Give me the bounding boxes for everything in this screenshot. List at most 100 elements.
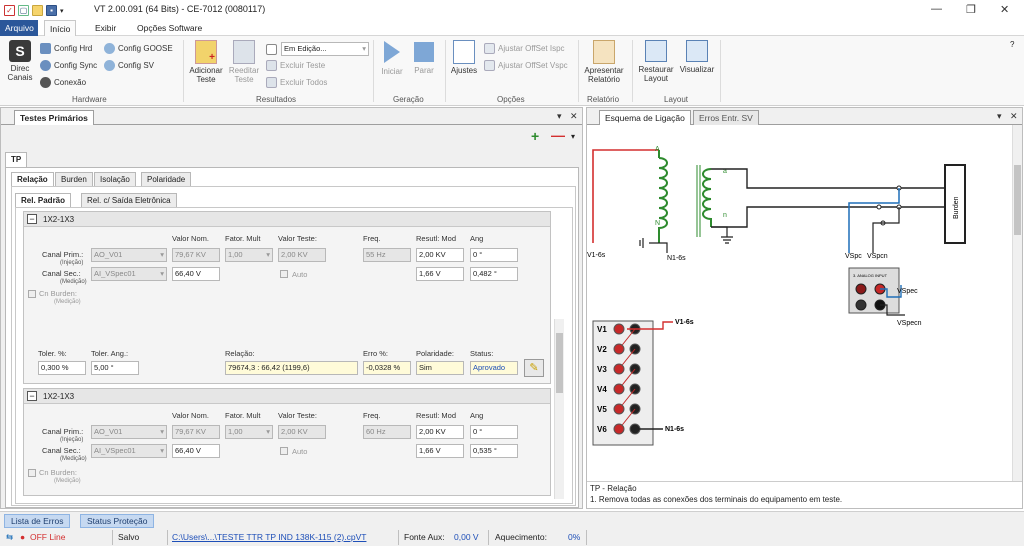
valor-nom-sec-field[interactable]: 66,40 V: [172, 444, 220, 458]
canal-sec-select[interactable]: AI_VSpec01: [91, 444, 167, 458]
ajustes-button[interactable]: Ajustes: [448, 40, 480, 75]
minimize-icon[interactable]: —: [931, 3, 942, 15]
valor-nom-prim-value: 79,67 KV: [175, 427, 206, 436]
parar-button[interactable]: Parar: [411, 40, 437, 75]
freq-field[interactable]: 60 Hz: [363, 425, 411, 439]
excluir-todos-button[interactable]: Excluir Todos: [266, 77, 327, 88]
brush-button[interactable]: ✎: [524, 359, 544, 377]
cn-burden-checkbox[interactable]: [28, 290, 36, 298]
menu-arquivo[interactable]: Arquivo: [0, 20, 38, 36]
label-medicao: (Medição): [54, 478, 81, 484]
panel-dropdown-icon[interactable]: ▾: [997, 111, 1002, 122]
freq-value: 60 Hz: [366, 427, 386, 436]
adjust-icon: [453, 40, 475, 64]
save-status: Salvo: [118, 532, 140, 542]
block-header: −1X2-1X3: [24, 212, 550, 227]
fator-mult-select[interactable]: 1,00: [225, 425, 273, 439]
collapse-icon[interactable]: −: [27, 391, 37, 401]
left-scrollbar[interactable]: [554, 319, 564, 499]
panel-close-icon[interactable]: ✕: [570, 111, 578, 122]
config-sv-button[interactable]: Config SV: [104, 60, 154, 71]
info-title: TP - Relação: [590, 484, 637, 493]
auto-checkbox[interactable]: [280, 270, 288, 278]
tab-testes-primarios[interactable]: Testes Primários: [14, 110, 94, 125]
qat-dropdown-icon[interactable]: ▾: [60, 7, 64, 16]
valor-teste-field[interactable]: 2,00 KV: [278, 248, 326, 262]
reeditar-teste-button[interactable]: Reeditar Teste: [226, 40, 262, 84]
new-file-icon[interactable]: ▢: [18, 4, 29, 16]
restaurar-layout-button[interactable]: Restaurar Layout: [636, 40, 676, 83]
tab-burden[interactable]: Burden: [55, 172, 93, 186]
tab-status-protecao[interactable]: Status Proteção: [80, 514, 155, 528]
label-toler-pct: Toler. %:: [38, 349, 67, 358]
tab-rel-saida-eletronica[interactable]: Rel. c/ Saída Eletrônica: [81, 193, 177, 207]
collapse-icon[interactable]: −: [27, 214, 37, 224]
tab-lista-erros[interactable]: Lista de Erros: [4, 514, 71, 528]
excluir-teste-button[interactable]: Excluir Teste: [266, 60, 325, 71]
label-auto: Auto: [292, 447, 308, 456]
ribbon-separator: [373, 40, 374, 102]
menu-opcoes-software[interactable]: Opções Software: [132, 20, 207, 36]
adicionar-teste-button[interactable]: + Adicionar Teste: [186, 40, 226, 84]
output-terminal: [613, 423, 625, 435]
menu-exibir[interactable]: Exibir: [90, 20, 121, 36]
config-goose-button[interactable]: Config GOOSE: [104, 43, 173, 54]
menu-inicio[interactable]: Início: [44, 20, 77, 36]
canal-sec-select[interactable]: AI_VSpec01: [91, 267, 167, 281]
panel-dropdown-icon[interactable]: ▾: [557, 111, 562, 122]
iniciar-button[interactable]: Iniciar: [377, 40, 407, 76]
options-dropdown-icon[interactable]: ▾: [571, 132, 575, 141]
canal-prim-select[interactable]: AO_V01: [91, 248, 167, 262]
tab-isolacao[interactable]: Isolação: [94, 172, 136, 186]
mod-sec-field: 1,66 V: [416, 267, 464, 281]
apresentar-relatorio-button[interactable]: Apresentar Relatório: [580, 40, 628, 84]
valor-nom-prim-field[interactable]: 79,67 KV: [172, 425, 220, 439]
junction-node: [876, 204, 882, 210]
valor-nom-prim-field[interactable]: 79,67 KV: [172, 248, 220, 262]
label-toler-ang: Toler. Ang.:: [91, 349, 129, 358]
tab-erros-entr-sv[interactable]: Erros Entr. SV: [693, 110, 759, 125]
remove-icon[interactable]: —: [551, 127, 565, 143]
maximize-icon[interactable]: ❐: [966, 3, 976, 16]
tab-polaridade[interactable]: Polaridade: [141, 172, 192, 186]
file-path-link[interactable]: C:\Users\...\TESTE TTR TP IND 138K-115 (…: [172, 532, 366, 542]
parar-label: Parar: [414, 66, 434, 75]
scrollbar-thumb[interactable]: [1014, 165, 1021, 235]
window-title: VT 2.00.091 (64 Bits) - CE-7012 (0080117…: [94, 4, 266, 14]
valor-nom-sec-field[interactable]: 66,40 V: [172, 267, 220, 281]
label-fator-mult: Fator. Mult: [225, 411, 261, 420]
out-n1-label: N1-6s: [665, 426, 684, 433]
auto-checkbox[interactable]: [280, 447, 288, 455]
config-hrd-button[interactable]: Config Hrd: [40, 43, 92, 54]
edit-status-dropdown[interactable]: Em Edição...: [281, 42, 369, 56]
tab-esquema-ligacao[interactable]: Esquema de Ligação: [599, 110, 691, 125]
toler-pct-field[interactable]: 0,300 %: [38, 361, 86, 375]
right-scrollbar[interactable]: [1012, 125, 1022, 481]
offset-ispc-button[interactable]: Ajustar OffSet Ispc: [484, 43, 565, 54]
cn-burden-checkbox[interactable]: [28, 469, 36, 477]
visualizar-button[interactable]: Visualizar: [677, 40, 717, 74]
valor-teste-field[interactable]: 2,00 KV: [278, 425, 326, 439]
config-sync-button[interactable]: Config Sync: [40, 60, 97, 71]
fator-mult-select[interactable]: 1,00: [225, 248, 273, 262]
help-icon[interactable]: ?: [1010, 40, 1014, 49]
output-terminal: [613, 343, 625, 355]
toler-ang-field[interactable]: 5,00 °: [91, 361, 139, 375]
open-folder-icon[interactable]: [32, 4, 43, 16]
info-text: 1. Remova todas as conexões dos terminai…: [590, 495, 843, 504]
status-separator: [586, 530, 587, 545]
tab-relacao[interactable]: Relação: [11, 172, 54, 186]
sv-icon: [104, 60, 115, 71]
direc-canais-button[interactable]: S Direc Canais: [4, 40, 36, 82]
close-icon[interactable]: ✕: [1000, 3, 1009, 16]
offset-vspc-button[interactable]: Ajustar OffSet Vspc: [484, 60, 568, 71]
add-icon[interactable]: +: [531, 128, 539, 144]
tab-tp[interactable]: TP: [5, 152, 28, 168]
scrollbar-thumb[interactable]: [556, 333, 563, 393]
canal-prim-select[interactable]: AO_V01: [91, 425, 167, 439]
panel-close-icon[interactable]: ✕: [1010, 111, 1018, 122]
freq-field[interactable]: 55 Hz: [363, 248, 411, 262]
save-icon[interactable]: ▪: [46, 4, 57, 16]
tab-rel-padrao[interactable]: Rel. Padrão: [15, 193, 72, 207]
conexao-button[interactable]: Conexão: [40, 77, 86, 88]
